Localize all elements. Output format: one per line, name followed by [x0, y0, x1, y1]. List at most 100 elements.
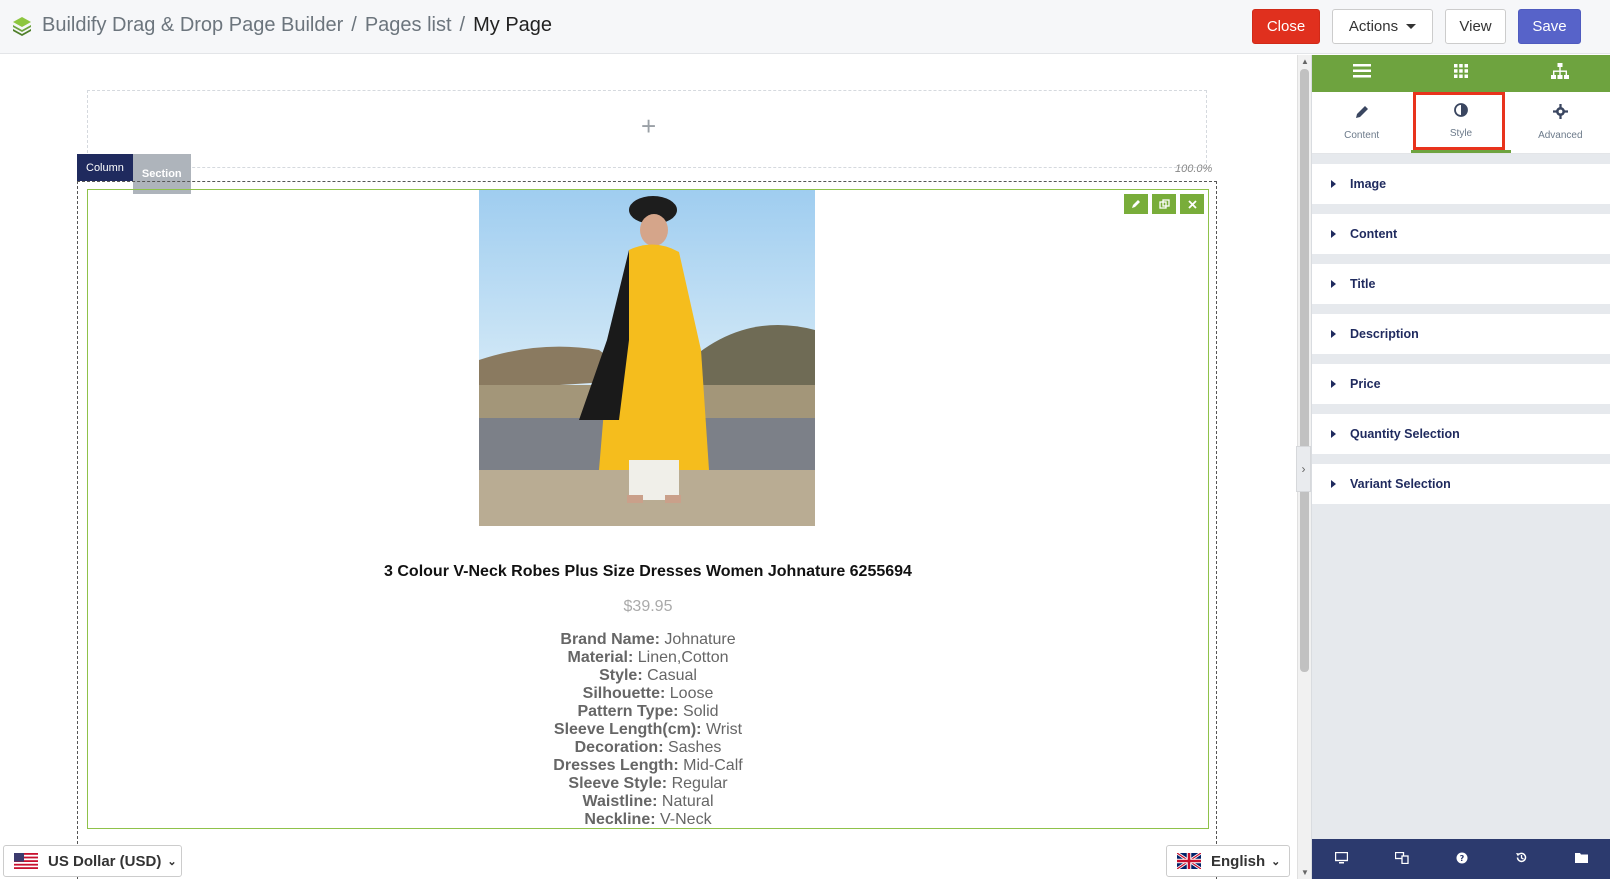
spec-key: Decoration: — [574, 739, 664, 756]
spec-row: Dresses Length: Mid-Calf — [88, 757, 1208, 775]
scrollbar-thumb[interactable] — [1300, 69, 1309, 672]
element-tabs: Column Section — [77, 154, 191, 194]
save-button[interactable]: Save — [1518, 9, 1581, 44]
spec-value: Linen,Cotton — [637, 649, 729, 666]
product-photo-illustration — [479, 190, 815, 526]
section-label: Description — [1350, 327, 1419, 341]
spec-key: Sleeve Length(cm): — [553, 721, 702, 738]
currency-selector[interactable]: US Dollar (USD) ⌄ — [3, 845, 182, 877]
spec-key: Style: — [599, 667, 643, 684]
delete-icon[interactable] — [1180, 194, 1204, 214]
spec-row: Decoration: Sashes — [88, 739, 1208, 757]
top-bar: Buildify Drag & Drop Page Builder / Page… — [0, 0, 1610, 54]
product-widget[interactable]: 3 Colour V-Neck Robes Plus Size Dresses … — [87, 189, 1209, 829]
pencil-icon — [1355, 105, 1369, 124]
close-button[interactable]: Close — [1252, 9, 1320, 44]
scroll-up-icon[interactable]: ▲ — [1301, 57, 1309, 66]
breadcrumb-current-page: My Page — [473, 14, 553, 36]
spec-value: Casual — [647, 667, 697, 684]
caret-right-icon — [1331, 380, 1336, 388]
style-tab-highlight — [1413, 92, 1506, 150]
section-title[interactable]: Title — [1312, 264, 1610, 304]
caret-right-icon — [1331, 480, 1336, 488]
breadcrumb-separator: / — [459, 14, 466, 36]
spec-row: Sleeve Style: Regular — [88, 775, 1208, 793]
grid-icon[interactable] — [1453, 64, 1468, 83]
spec-key: Neckline: — [584, 811, 656, 828]
scroll-down-icon[interactable]: ▼ — [1301, 868, 1309, 877]
style-sections: Image Content Title Description Price Qu… — [1312, 154, 1610, 504]
section-description[interactable]: Description — [1312, 314, 1610, 354]
spec-value: Solid — [682, 703, 719, 720]
spec-value: Mid-Calf — [683, 757, 743, 774]
responsive-icon[interactable] — [1395, 851, 1409, 867]
caret-right-icon — [1331, 280, 1336, 288]
tab-content-label: Content — [1344, 129, 1380, 141]
section-label: Title — [1350, 277, 1376, 291]
spec-value: Wrist — [705, 721, 743, 738]
panel-top-bar — [1312, 55, 1610, 92]
spec-row: Sleeve Length(cm): Wrist — [88, 721, 1208, 739]
section-label: Image — [1350, 177, 1387, 191]
menu-icon[interactable] — [1353, 64, 1372, 83]
product-title: 3 Colour V-Neck Robes Plus Size Dresses … — [384, 563, 912, 580]
language-selector[interactable]: English ⌄ — [1166, 845, 1290, 877]
chevron-right-icon: › — [1301, 462, 1306, 476]
plus-icon[interactable]: + — [641, 113, 656, 139]
buildify-logo-icon — [13, 16, 31, 36]
spec-key: Sleeve Style: — [568, 775, 668, 792]
gear-icon — [1552, 104, 1568, 124]
spec-key: Silhouette: — [582, 685, 666, 702]
us-flag-icon — [14, 853, 38, 869]
folder-icon[interactable] — [1574, 852, 1588, 866]
spec-row: Neckline: V-Neck — [88, 811, 1208, 829]
spec-key: Waistline: — [582, 793, 658, 810]
spec-row: Material: Linen,Cotton — [88, 649, 1208, 667]
svg-text:?: ? — [1460, 854, 1465, 863]
caret-right-icon — [1331, 430, 1336, 438]
spec-value: Natural — [661, 793, 714, 810]
product-price: $39.95 — [623, 598, 673, 615]
caret-right-icon — [1331, 230, 1336, 238]
section-content[interactable]: Content — [1312, 214, 1610, 254]
spec-row: Silhouette: Loose — [88, 685, 1208, 703]
section-label: Variant Selection — [1350, 477, 1451, 491]
top-actions: Close Actions View Save — [1252, 9, 1581, 44]
history-icon[interactable] — [1515, 851, 1528, 867]
duplicate-icon[interactable] — [1152, 194, 1176, 214]
breadcrumb: Buildify Drag & Drop Page Builder / Page… — [12, 14, 552, 37]
edit-icon[interactable] — [1124, 194, 1148, 214]
section-price[interactable]: Price — [1312, 364, 1610, 404]
desktop-icon[interactable] — [1335, 851, 1349, 867]
spec-value: Johnature — [664, 631, 736, 648]
tab-advanced[interactable]: Advanced — [1511, 92, 1610, 153]
help-icon[interactable]: ? — [1456, 852, 1468, 867]
product-image — [479, 190, 815, 526]
caret-down-icon — [1406, 24, 1417, 29]
editor-panel: Content Style Advanced Image Content Tit… — [1311, 55, 1610, 879]
spec-value: Regular — [671, 775, 728, 792]
section-image[interactable]: Image — [1312, 164, 1610, 204]
breadcrumb-separator: / — [351, 14, 357, 36]
product-description: Brand Name: Johnature Material: Linen,Co… — [88, 631, 1208, 829]
caret-right-icon — [1331, 330, 1336, 338]
spec-value: Loose — [669, 685, 714, 702]
breadcrumb-app[interactable]: Buildify Drag & Drop Page Builder — [42, 14, 343, 37]
chevron-down-icon: ⌄ — [1271, 855, 1281, 868]
tab-style[interactable]: Style — [1411, 92, 1511, 153]
chevron-down-icon: ⌄ — [167, 855, 177, 868]
tab-content[interactable]: Content — [1312, 92, 1411, 153]
spec-key: Pattern Type: — [577, 703, 679, 720]
breadcrumb-pages-list[interactable]: Pages list — [365, 14, 452, 37]
sitemap-icon[interactable] — [1550, 63, 1569, 84]
language-label: English — [1211, 852, 1266, 870]
actions-dropdown-button[interactable]: Actions — [1332, 9, 1433, 44]
tab-advanced-label: Advanced — [1538, 130, 1583, 141]
panel-collapse-handle[interactable]: › — [1296, 446, 1311, 492]
section-variant-selection[interactable]: Variant Selection — [1312, 464, 1610, 504]
add-section-zone[interactable]: + — [87, 90, 1207, 168]
section-quantity-selection[interactable]: Quantity Selection — [1312, 414, 1610, 454]
actions-label: Actions — [1348, 18, 1399, 35]
column-tab[interactable]: Column — [77, 154, 133, 181]
view-button[interactable]: View — [1445, 9, 1506, 44]
